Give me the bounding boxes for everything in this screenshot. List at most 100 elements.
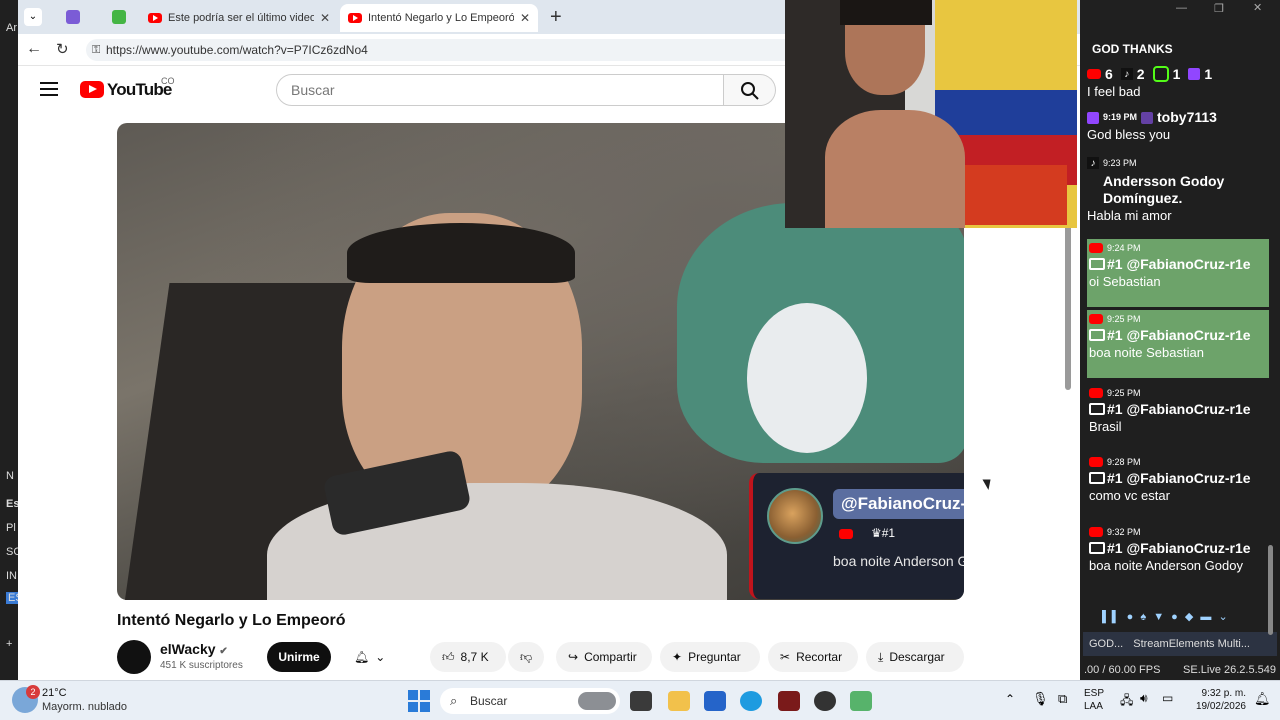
menu-icon[interactable] bbox=[40, 82, 58, 84]
message-time: 9:25 PM bbox=[1107, 388, 1141, 398]
twitch-count: 1 bbox=[1204, 66, 1213, 82]
thumbs-up-icon: 👍︎ bbox=[442, 649, 455, 664]
restore-icon[interactable]: ❐ bbox=[1214, 2, 1224, 15]
language-top[interactable]: ESP bbox=[1084, 688, 1108, 699]
clock-time[interactable]: 9:32 p. m. bbox=[1180, 688, 1246, 699]
youtube-count: 6 bbox=[1105, 66, 1113, 82]
webcam-overlay bbox=[785, 0, 1077, 228]
battery-icon[interactable]: ▭ bbox=[1162, 691, 1173, 705]
twitch-icon bbox=[1087, 111, 1099, 124]
site-info-icon[interactable]: ⚿ bbox=[92, 39, 100, 61]
message-time: 9:32 PM bbox=[1107, 527, 1141, 537]
obs-icon[interactable] bbox=[814, 691, 836, 711]
tab-previous-video[interactable]: Este podría ser el último video que ✕ bbox=[140, 4, 338, 32]
pinned-tab-icon[interactable] bbox=[66, 10, 80, 24]
message-user: #1 @FabianoCruz-r1e bbox=[1107, 470, 1251, 486]
like-button[interactable]: 👍︎ 8,7 K bbox=[430, 642, 506, 672]
display-icon[interactable]: ⧉ bbox=[1058, 691, 1067, 707]
chat-header: GOD THANKS bbox=[1092, 42, 1173, 56]
youtube-icon bbox=[1089, 314, 1103, 324]
reload-icon[interactable]: ↻ bbox=[56, 40, 69, 58]
thumbs-down-icon: 👎︎ bbox=[520, 649, 533, 664]
network-icon[interactable]: 🖧︎ bbox=[1120, 691, 1133, 712]
microphone-icon[interactable]: 🎙︎ bbox=[1032, 691, 1049, 707]
youtube-badge-icon bbox=[839, 529, 853, 539]
youtube-icon bbox=[1087, 69, 1101, 79]
taskbar: 2 21°C Mayorm. nublado ⌕ Buscar ⌃ 🎙︎ ⧉ E… bbox=[0, 680, 1280, 720]
file-explorer-icon[interactable] bbox=[668, 691, 690, 711]
notification-button[interactable]: 🔔︎ ⌄ bbox=[342, 642, 408, 672]
clip-button[interactable]: ✂ Recortar bbox=[768, 642, 858, 672]
task-view-icon[interactable] bbox=[630, 691, 652, 711]
like-count: 8,7 K bbox=[460, 650, 489, 664]
page-scrollbar[interactable] bbox=[1065, 225, 1071, 390]
bell-icon: 🔔︎ bbox=[354, 650, 370, 664]
chat-tab[interactable]: GOD... bbox=[1089, 638, 1123, 650]
store-icon[interactable] bbox=[704, 691, 726, 711]
download-button[interactable]: ⤓ Descargar bbox=[866, 642, 964, 672]
chat-tab[interactable]: StreamElements Multi... bbox=[1133, 638, 1250, 650]
tab-current-video[interactable]: Intentó Negarlo y Lo Empeoró - Yo ✕ bbox=[340, 4, 538, 32]
sparkle-icon: ✦ bbox=[672, 650, 683, 664]
tab-list-button[interactable]: ⌄ bbox=[24, 8, 42, 26]
chat-message: 9:25 PM #1 @FabianoCruz-r1e Brasil bbox=[1087, 384, 1269, 435]
volume-icon[interactable]: 🔊︎ bbox=[1140, 691, 1148, 706]
youtube-icon bbox=[1089, 243, 1103, 253]
chevron-down-icon: ⌄ bbox=[375, 650, 386, 664]
weather-badge: 2 bbox=[26, 685, 40, 699]
taskbar-search[interactable]: ⌕ Buscar bbox=[440, 688, 620, 714]
weather-condition: Mayorm. nublado bbox=[42, 701, 127, 713]
back-icon[interactable]: ← bbox=[26, 40, 42, 58]
windows-start-icon[interactable] bbox=[408, 690, 430, 712]
message-user: Andersson Godoy Domínguez. bbox=[1103, 173, 1225, 206]
language-bottom[interactable]: LAA bbox=[1084, 701, 1108, 712]
strip-text: IN bbox=[6, 570, 17, 582]
sub-badge-icon bbox=[1141, 111, 1154, 124]
emote-row: ▌▌ ● ♠ ▼ ● ◆ ▬ ⌄ bbox=[1102, 611, 1230, 623]
strip-text: + bbox=[6, 638, 13, 650]
minimize-icon[interactable]: — bbox=[1176, 2, 1187, 14]
tiktok-icon: ♪ bbox=[1087, 157, 1099, 169]
channel-name[interactable]: elWacky ✔ bbox=[160, 641, 228, 657]
close-icon[interactable]: ✕ bbox=[320, 11, 330, 25]
notification-bell-icon[interactable]: 🔔︎ bbox=[1254, 691, 1271, 707]
ask-button[interactable]: ✦ Preguntar bbox=[660, 642, 760, 672]
edge-icon[interactable] bbox=[740, 691, 762, 711]
channel-name-text: elWacky bbox=[160, 641, 216, 657]
chat-message-highlighted: 9:24 PM #1 @FabianoCruz-r1e oi Sebastian bbox=[1087, 239, 1269, 307]
headband bbox=[347, 223, 575, 283]
chevron-up-icon[interactable]: ⌃ bbox=[1005, 692, 1015, 706]
close-icon[interactable]: ✕ bbox=[520, 11, 530, 25]
status-bar: .00 / 60.00 FPS SE.Live 26.2.5.549 bbox=[1080, 660, 1280, 680]
search-input[interactable]: Buscar bbox=[276, 74, 724, 106]
chat-scrollbar[interactable] bbox=[1268, 545, 1273, 635]
download-label: Descargar bbox=[889, 650, 945, 664]
share-button[interactable]: ↪ Compartir bbox=[556, 642, 652, 672]
search-highlight-image bbox=[578, 692, 616, 710]
search-button[interactable] bbox=[724, 74, 776, 106]
join-button[interactable]: Unirme bbox=[267, 642, 331, 672]
overlay-message: boa noite Anderson Godoy bbox=[833, 553, 964, 569]
youtube-favicon-icon bbox=[348, 13, 362, 23]
youtube-logo-icon[interactable] bbox=[80, 81, 104, 98]
strip-text: Pl bbox=[6, 522, 16, 534]
video-title: Intentó Negarlo y Lo Empeoró bbox=[117, 612, 346, 629]
dislike-button[interactable]: 👎︎ bbox=[508, 642, 544, 672]
avatar bbox=[767, 488, 823, 544]
chat-message: I feel bad bbox=[1087, 83, 1269, 100]
new-tab-icon[interactable]: + bbox=[550, 6, 562, 29]
chat-message-highlighted: 9:25 PM #1 @FabianoCruz-r1e boa noite Se… bbox=[1087, 310, 1269, 378]
tiktok-icon: ♪ bbox=[1120, 68, 1133, 80]
pinned-tab-icon[interactable] bbox=[112, 10, 126, 24]
message-text: boa noite Anderson Godoy bbox=[1089, 558, 1243, 573]
chat-panel: — ❐ ✕ GOD THANKS 6 ♪ 2 1 1 I feel bad 9:1… bbox=[1080, 0, 1280, 680]
close-icon[interactable]: ✕ bbox=[1253, 1, 1262, 14]
clock-date[interactable]: 19/02/2026 bbox=[1180, 701, 1246, 712]
channel-avatar[interactable] bbox=[117, 640, 151, 674]
app-icon[interactable] bbox=[778, 691, 800, 711]
message-text: I feel bad bbox=[1087, 84, 1141, 99]
url-field[interactable]: ⚿ https://www.youtube.com/watch?v=P7ICz6… bbox=[86, 39, 866, 61]
member-crown-icon bbox=[1089, 472, 1105, 484]
chat-app-icon[interactable] bbox=[850, 691, 872, 711]
youtube-icon bbox=[1089, 388, 1103, 398]
